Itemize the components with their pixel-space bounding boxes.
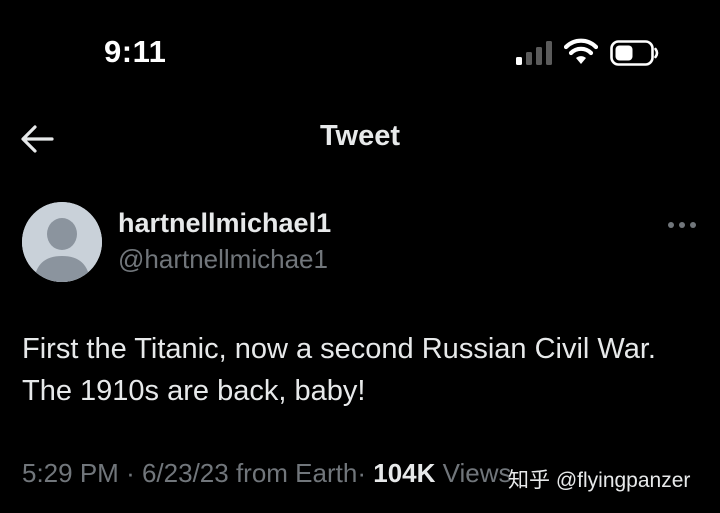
more-horizontal-icon	[668, 222, 696, 228]
meta-separator: ·	[126, 458, 135, 488]
default-profile-icon	[22, 202, 102, 282]
cellular-signal-icon	[516, 41, 552, 65]
page-title: Tweet	[319, 120, 401, 152]
tweet-time[interactable]: 5:29 PM	[22, 458, 119, 488]
tweet-card: hartnellmichael1 @hartnellmichae1 First …	[0, 178, 720, 513]
tweet-header: Tweet	[0, 100, 720, 178]
wifi-icon	[564, 38, 598, 64]
tweet-text: First the Titanic, now a second Russian …	[22, 333, 656, 407]
status-time: 9:11	[104, 34, 167, 69]
tweet-source: from Earth	[235, 458, 358, 488]
views-label[interactable]: Views	[443, 458, 512, 488]
more-options-button[interactable]	[664, 214, 700, 236]
watermark: 知乎 @flyingpanzer	[508, 469, 691, 492]
avatar[interactable]	[22, 202, 102, 282]
battery-icon	[610, 40, 659, 66]
tweet-date[interactable]: 6/23/23	[142, 458, 229, 488]
status-bar: 9:11	[0, 0, 720, 100]
meta-separator: ·	[357, 458, 366, 488]
display-name[interactable]: hartnellmichael1	[118, 208, 331, 239]
user-handle[interactable]: @hartnellmichae1	[118, 244, 328, 275]
views-count[interactable]: 104K	[373, 458, 435, 488]
